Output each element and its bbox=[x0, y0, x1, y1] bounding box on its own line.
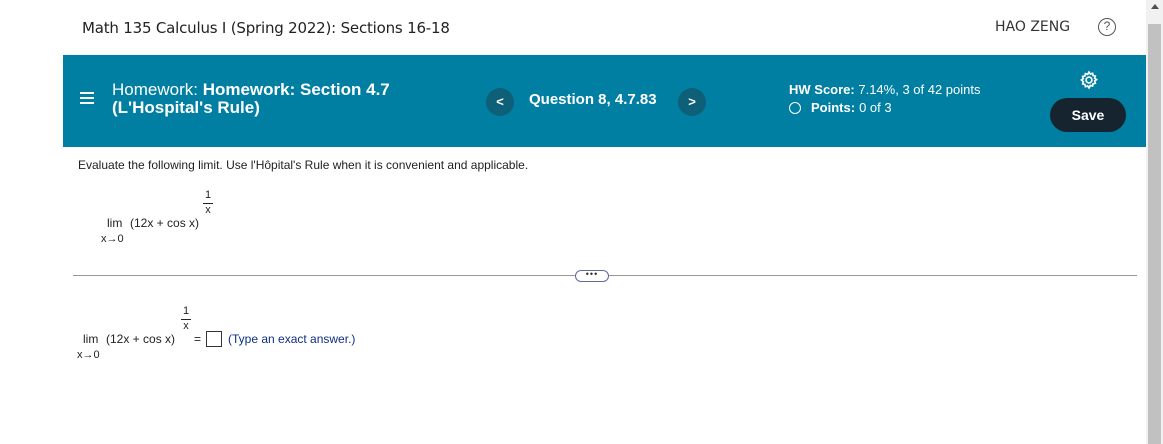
answer-limit-subscript: x→0 bbox=[77, 349, 100, 361]
next-question-button[interactable]: > bbox=[678, 88, 706, 116]
hw-score: HW Score: 7.14%, 3 of 42 points bbox=[789, 82, 981, 97]
points-status-icon bbox=[789, 101, 801, 114]
points-label: Points: bbox=[811, 100, 856, 115]
exponent-numerator: 1 bbox=[204, 189, 212, 201]
question-label[interactable]: Question 8, 4.7.83 bbox=[529, 91, 657, 108]
homework-header: Homework: Homework: Section 4.7 (L'Hospi… bbox=[63, 55, 1146, 147]
equals-sign: = bbox=[194, 332, 202, 346]
answer-exponent-fraction: 1 x bbox=[179, 305, 193, 332]
hw-score-label: HW Score: bbox=[789, 82, 855, 97]
answer-exponent-numerator: 1 bbox=[182, 305, 190, 317]
exponent-fraction: 1 x bbox=[201, 189, 215, 216]
save-button[interactable]: Save bbox=[1050, 98, 1126, 132]
scrollbar[interactable] bbox=[1146, 0, 1163, 444]
exponent-denominator: x bbox=[205, 204, 211, 216]
question-circle-icon[interactable]: ? bbox=[1098, 18, 1116, 36]
limit-subscript: x→0 bbox=[101, 233, 124, 245]
user-name[interactable]: HAO ZENG bbox=[995, 19, 1070, 35]
points-value: 0 of 3 bbox=[859, 100, 892, 115]
top-bar: Math 135 Calculus I (Spring 2022): Secti… bbox=[0, 0, 1146, 55]
homework-title-line2: (L'Hospital's Rule) bbox=[112, 98, 260, 117]
homework-title: Homework: Homework: Section 4.7 (L'Hospi… bbox=[112, 81, 442, 117]
problem-instructions: Evaluate the following limit. Use l'Hôpi… bbox=[78, 158, 529, 172]
answer-hint: (Type an exact answer.) bbox=[228, 332, 356, 346]
gear-icon[interactable] bbox=[1079, 70, 1099, 90]
hamburger-menu-icon[interactable] bbox=[80, 92, 94, 104]
expand-ellipsis-button[interactable]: ••• bbox=[575, 270, 609, 282]
answer-input[interactable] bbox=[206, 331, 222, 347]
homework-title-prefix: Homework: bbox=[112, 80, 198, 99]
scroll-up-arrow-icon[interactable] bbox=[1151, 4, 1159, 9]
points: Points: 0 of 3 bbox=[789, 100, 892, 115]
lim-label: lim bbox=[107, 216, 123, 230]
homework-title-main: Homework: Section 4.7 bbox=[202, 80, 390, 99]
previous-question-button[interactable]: < bbox=[486, 88, 514, 116]
answer-limit-function: (12x + cos x) bbox=[106, 332, 176, 346]
scrollbar-thumb[interactable] bbox=[1148, 24, 1161, 444]
course-title[interactable]: Math 135 Calculus I (Spring 2022): Secti… bbox=[82, 19, 450, 37]
limit-function: (12x + cos x) bbox=[130, 216, 200, 230]
hw-score-value: 7.14%, 3 of 42 points bbox=[858, 82, 981, 97]
answer-lim-label: lim bbox=[83, 332, 99, 346]
answer-exponent-denominator: x bbox=[183, 320, 189, 332]
